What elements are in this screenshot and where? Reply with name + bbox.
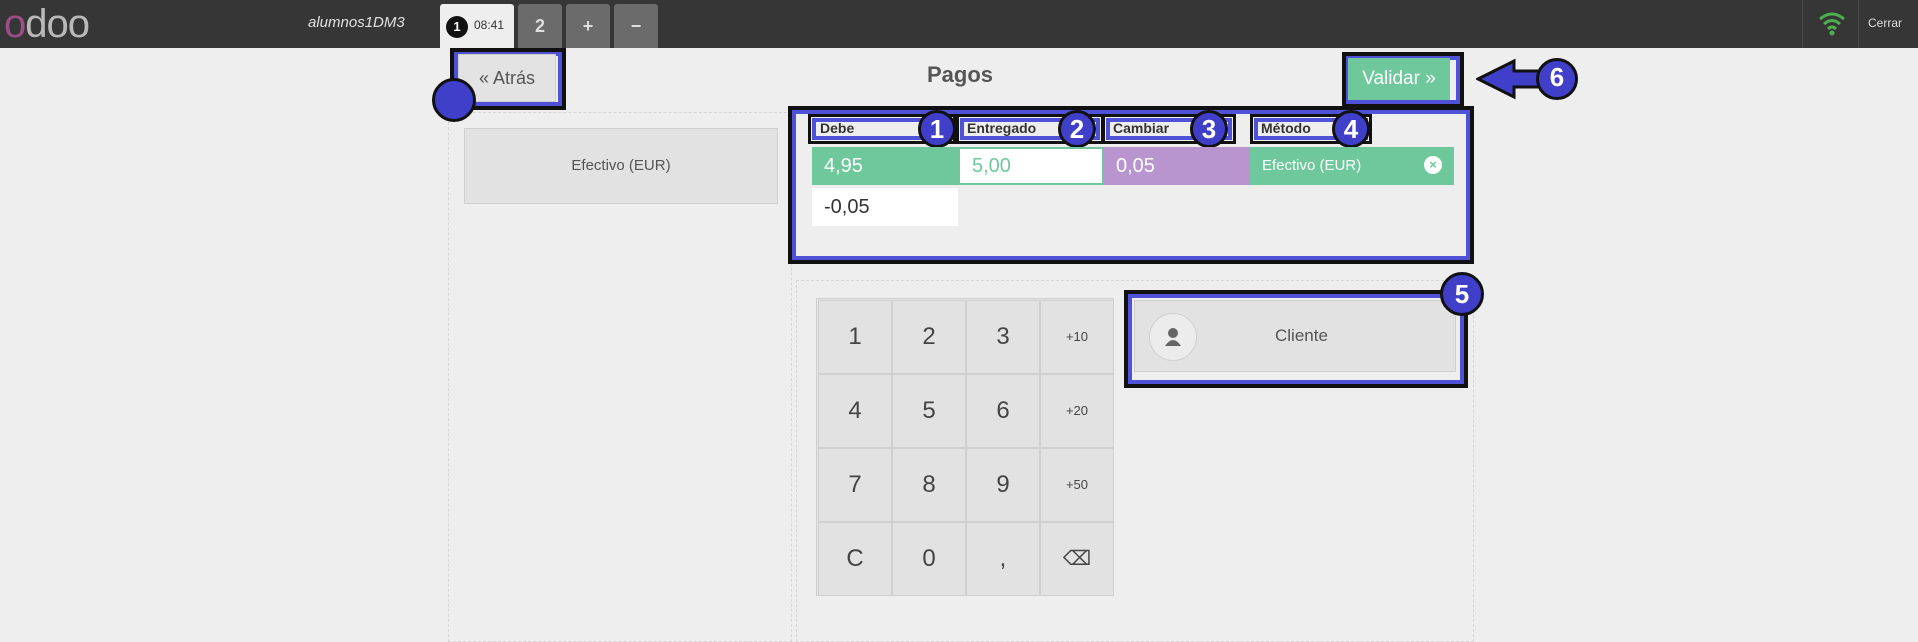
annotation-marker-2: 2: [1058, 110, 1096, 148]
odoo-logo: odoo: [4, 2, 90, 46]
order-tab-1[interactable]: 1 08:41: [440, 4, 514, 48]
divider: [1802, 0, 1803, 48]
order-tab-2[interactable]: 2: [518, 4, 562, 48]
numpad-key-backspace[interactable]: ⌫: [1040, 522, 1114, 596]
top-bar: [0, 0, 1918, 48]
remove-order-button[interactable]: −: [614, 4, 658, 48]
annotation-marker-5: 5: [1440, 272, 1484, 316]
numpad-key-1[interactable]: 1: [818, 300, 892, 374]
remaining-amount: -0,05: [812, 188, 958, 226]
numpad-key-plus50[interactable]: +50: [1040, 448, 1114, 522]
wifi-icon: [1819, 12, 1845, 36]
payment-method-cash[interactable]: Efectivo (EUR): [464, 128, 778, 204]
customer-label: Cliente: [1275, 326, 1328, 345]
due-amount: 4,95: [812, 147, 958, 185]
user-icon: [1149, 313, 1197, 361]
customer-button[interactable]: Cliente: [1134, 300, 1456, 372]
annotation-marker-6: 6: [1536, 58, 1578, 100]
divider: [1858, 0, 1859, 48]
numpad-key-6[interactable]: 6: [966, 374, 1040, 448]
numpad-key-plus10[interactable]: +10: [1040, 300, 1114, 374]
order-time: 08:41: [474, 18, 505, 32]
annotation-marker: [432, 78, 476, 122]
numpad-key-comma[interactable]: ,: [966, 522, 1040, 596]
numpad-key-0[interactable]: 0: [892, 522, 966, 596]
numpad-key-plus20[interactable]: +20: [1040, 374, 1114, 448]
validate-button[interactable]: Validar »: [1348, 58, 1450, 100]
add-order-button[interactable]: +: [566, 4, 610, 48]
delete-paymentline-icon[interactable]: ×: [1424, 156, 1442, 174]
numpad-key-clear[interactable]: C: [818, 522, 892, 596]
numpad-key-4[interactable]: 4: [818, 374, 892, 448]
numpad-key-8[interactable]: 8: [892, 448, 966, 522]
numpad-key-7[interactable]: 7: [818, 448, 892, 522]
change-amount: 0,05: [1104, 147, 1250, 185]
order-number-badge: 1: [446, 16, 468, 38]
annotation-marker-4: 4: [1332, 110, 1370, 148]
numpad-key-3[interactable]: 3: [966, 300, 1040, 374]
close-button[interactable]: Cerrar: [1868, 16, 1902, 30]
shop-name: alumnos1DM3: [308, 14, 405, 31]
numpad-key-9[interactable]: 9: [966, 448, 1040, 522]
page-title: Pagos: [926, 62, 994, 87]
numpad-key-5[interactable]: 5: [892, 374, 966, 448]
numpad-key-2[interactable]: 2: [892, 300, 966, 374]
tendered-amount[interactable]: 5,00: [958, 147, 1104, 185]
annotation-marker-3: 3: [1190, 110, 1228, 148]
annotation-marker-1: 1: [918, 110, 956, 148]
